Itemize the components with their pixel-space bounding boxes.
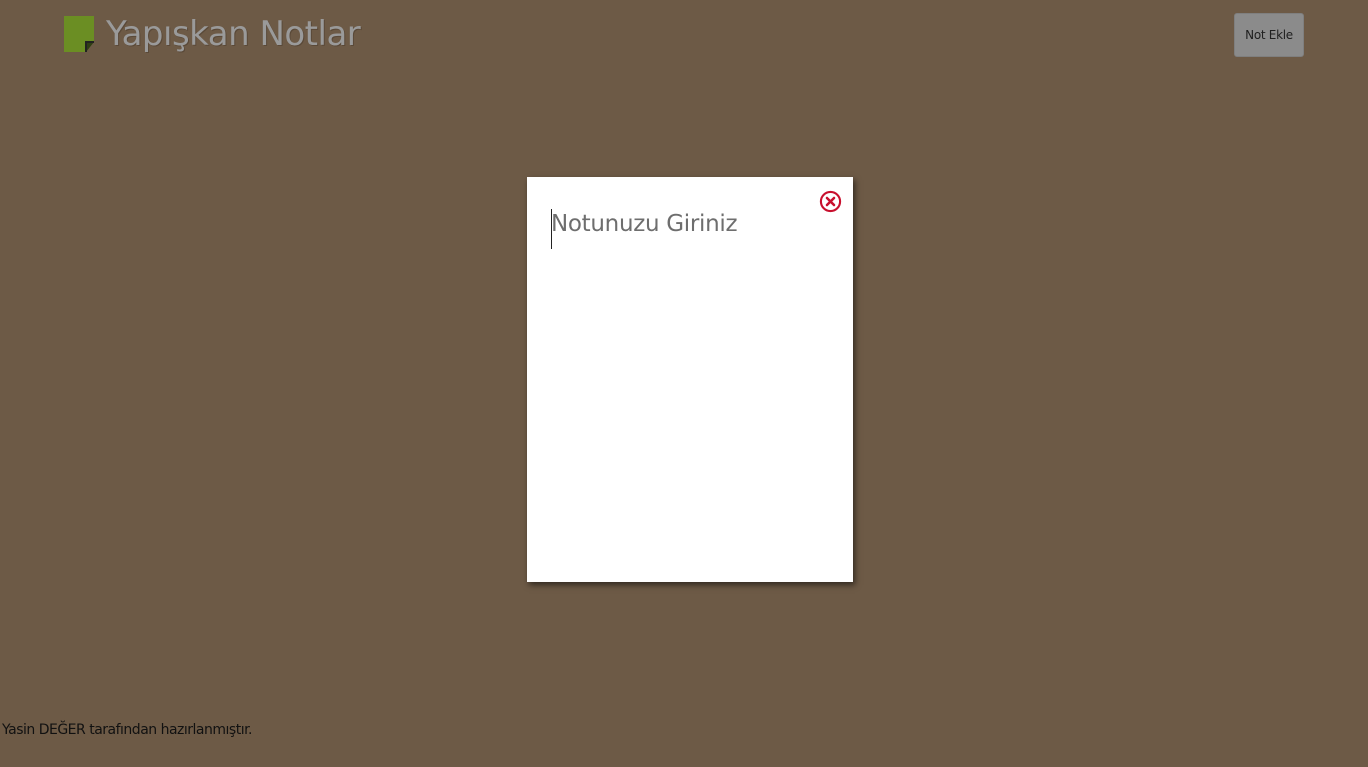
footer-credit: Yasin DEĞER tarafından hazırlanmıştır.	[2, 722, 253, 738]
app-title: Yapışkan Notlar	[106, 14, 361, 54]
add-note-button[interactable]: Not Ekle	[1234, 13, 1304, 57]
text-cursor	[551, 209, 552, 249]
header: Yapışkan Notlar Not Ekle	[0, 0, 1368, 80]
note-text-input[interactable]	[551, 211, 811, 551]
sticky-note-icon	[64, 16, 94, 52]
close-icon[interactable]	[819, 190, 842, 213]
note-card	[527, 177, 853, 582]
